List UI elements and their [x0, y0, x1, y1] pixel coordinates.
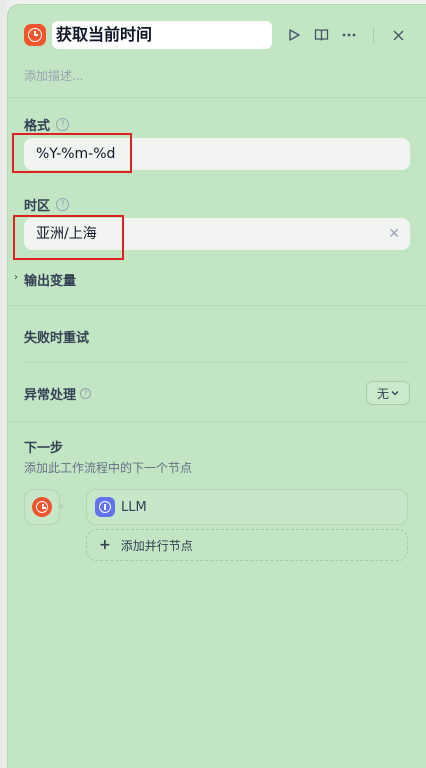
- book-icon[interactable]: [311, 25, 331, 45]
- error-handling-label: 异常处理 ?: [24, 384, 92, 403]
- plus-icon: +: [99, 537, 111, 553]
- clock-icon: [32, 497, 52, 517]
- header-divider: [373, 27, 374, 43]
- canvas-edge: [0, 0, 7, 768]
- run-icon[interactable]: [284, 25, 304, 45]
- chevron-right-icon[interactable]: ›: [14, 272, 18, 283]
- node-title-input[interactable]: 获取当前时间: [52, 21, 272, 49]
- divider: [24, 362, 411, 363]
- retry-on-fail-label: 失败时重试: [24, 331, 90, 346]
- next-step-title: 下一步: [24, 441, 64, 456]
- connector-line: [58, 504, 86, 509]
- help-icon[interactable]: ?: [80, 388, 92, 399]
- add-parallel-label: 添加并行节点: [120, 538, 193, 553]
- panel-header: 获取当前时间: [8, 5, 426, 65]
- next-node-name: LLM: [121, 499, 147, 515]
- timezone-label-text: 时区: [24, 199, 51, 214]
- error-handling-text: 异常处理: [24, 388, 77, 403]
- error-handling-value: 无: [376, 386, 389, 401]
- clear-icon[interactable]: ✕: [388, 218, 400, 250]
- add-parallel-node-button[interactable]: + 添加并行节点: [86, 529, 408, 561]
- clock-icon: [24, 24, 46, 46]
- divider: [8, 305, 426, 306]
- divider: [8, 97, 426, 98]
- next-node-llm[interactable]: LLM: [86, 489, 408, 525]
- node-config-panel: 获取当前时间 添加描述... 格式 ? %Y-%m-%d 时区 ? 亚洲/上海 …: [7, 4, 426, 768]
- output-vars-toggle[interactable]: 输出变量: [24, 270, 76, 289]
- description-input[interactable]: 添加描述...: [24, 67, 83, 84]
- llm-icon: [95, 497, 115, 517]
- highlight-box: [13, 215, 124, 260]
- current-node-badge: [24, 489, 60, 525]
- format-label: 格式 ?: [24, 115, 70, 134]
- more-icon[interactable]: [339, 25, 359, 45]
- close-icon[interactable]: [388, 25, 408, 45]
- timezone-label: 时区 ?: [24, 195, 70, 214]
- help-icon[interactable]: ?: [56, 118, 70, 131]
- chevron-down-icon: [391, 391, 399, 396]
- divider: [8, 421, 426, 422]
- help-icon[interactable]: ?: [56, 198, 70, 211]
- next-step-description: 添加此工作流程中的下一个节点: [24, 461, 193, 475]
- error-handling-select[interactable]: 无: [366, 381, 410, 405]
- highlight-box: [12, 133, 132, 173]
- format-label-text: 格式: [24, 119, 51, 134]
